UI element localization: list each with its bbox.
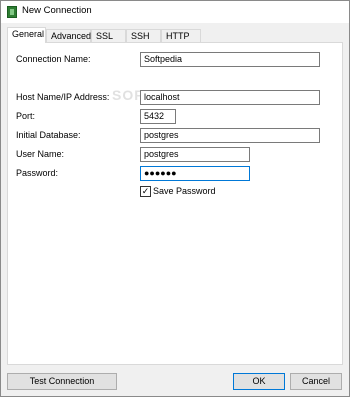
port-input[interactable]: 5432 — [140, 109, 176, 124]
tab-ssl[interactable]: SSL — [91, 29, 126, 42]
host-input[interactable]: localhost — [140, 90, 320, 105]
app-elephant-icon — [7, 6, 17, 18]
password-input[interactable]: ●●●●●● — [140, 166, 250, 181]
test-connection-button[interactable]: Test Connection — [7, 373, 117, 390]
save-password-checkbox[interactable]: ✓ — [140, 186, 151, 197]
save-password-label[interactable]: Save Password — [153, 186, 216, 196]
connection-name-input[interactable]: Softpedia — [140, 52, 320, 67]
initial-database-label: Initial Database: — [16, 130, 81, 140]
port-label: Port: — [16, 111, 36, 121]
initial-database-input[interactable]: postgres — [140, 128, 320, 143]
general-tab-panel: SOFTPEDIA Connection Name: Softpedia Hos… — [7, 42, 343, 365]
connection-name-label: Connection Name: — [16, 54, 91, 64]
tab-http[interactable]: HTTP — [161, 29, 201, 42]
user-name-label: User Name: — [16, 149, 65, 159]
user-name-input[interactable]: postgres — [140, 147, 250, 162]
tab-ssh[interactable]: SSH — [126, 29, 161, 42]
password-label: Password: — [16, 168, 59, 178]
new-connection-dialog: New Connection General Advanced SSL SSH … — [0, 0, 350, 397]
tab-general[interactable]: General — [7, 27, 46, 43]
host-label: Host Name/IP Address: — [16, 92, 110, 102]
window-title: New Connection — [22, 5, 92, 16]
ok-button[interactable]: OK — [233, 373, 285, 390]
title-bar: New Connection — [1, 1, 349, 23]
cancel-button[interactable]: Cancel — [290, 373, 342, 390]
tab-advanced[interactable]: Advanced — [46, 29, 91, 42]
